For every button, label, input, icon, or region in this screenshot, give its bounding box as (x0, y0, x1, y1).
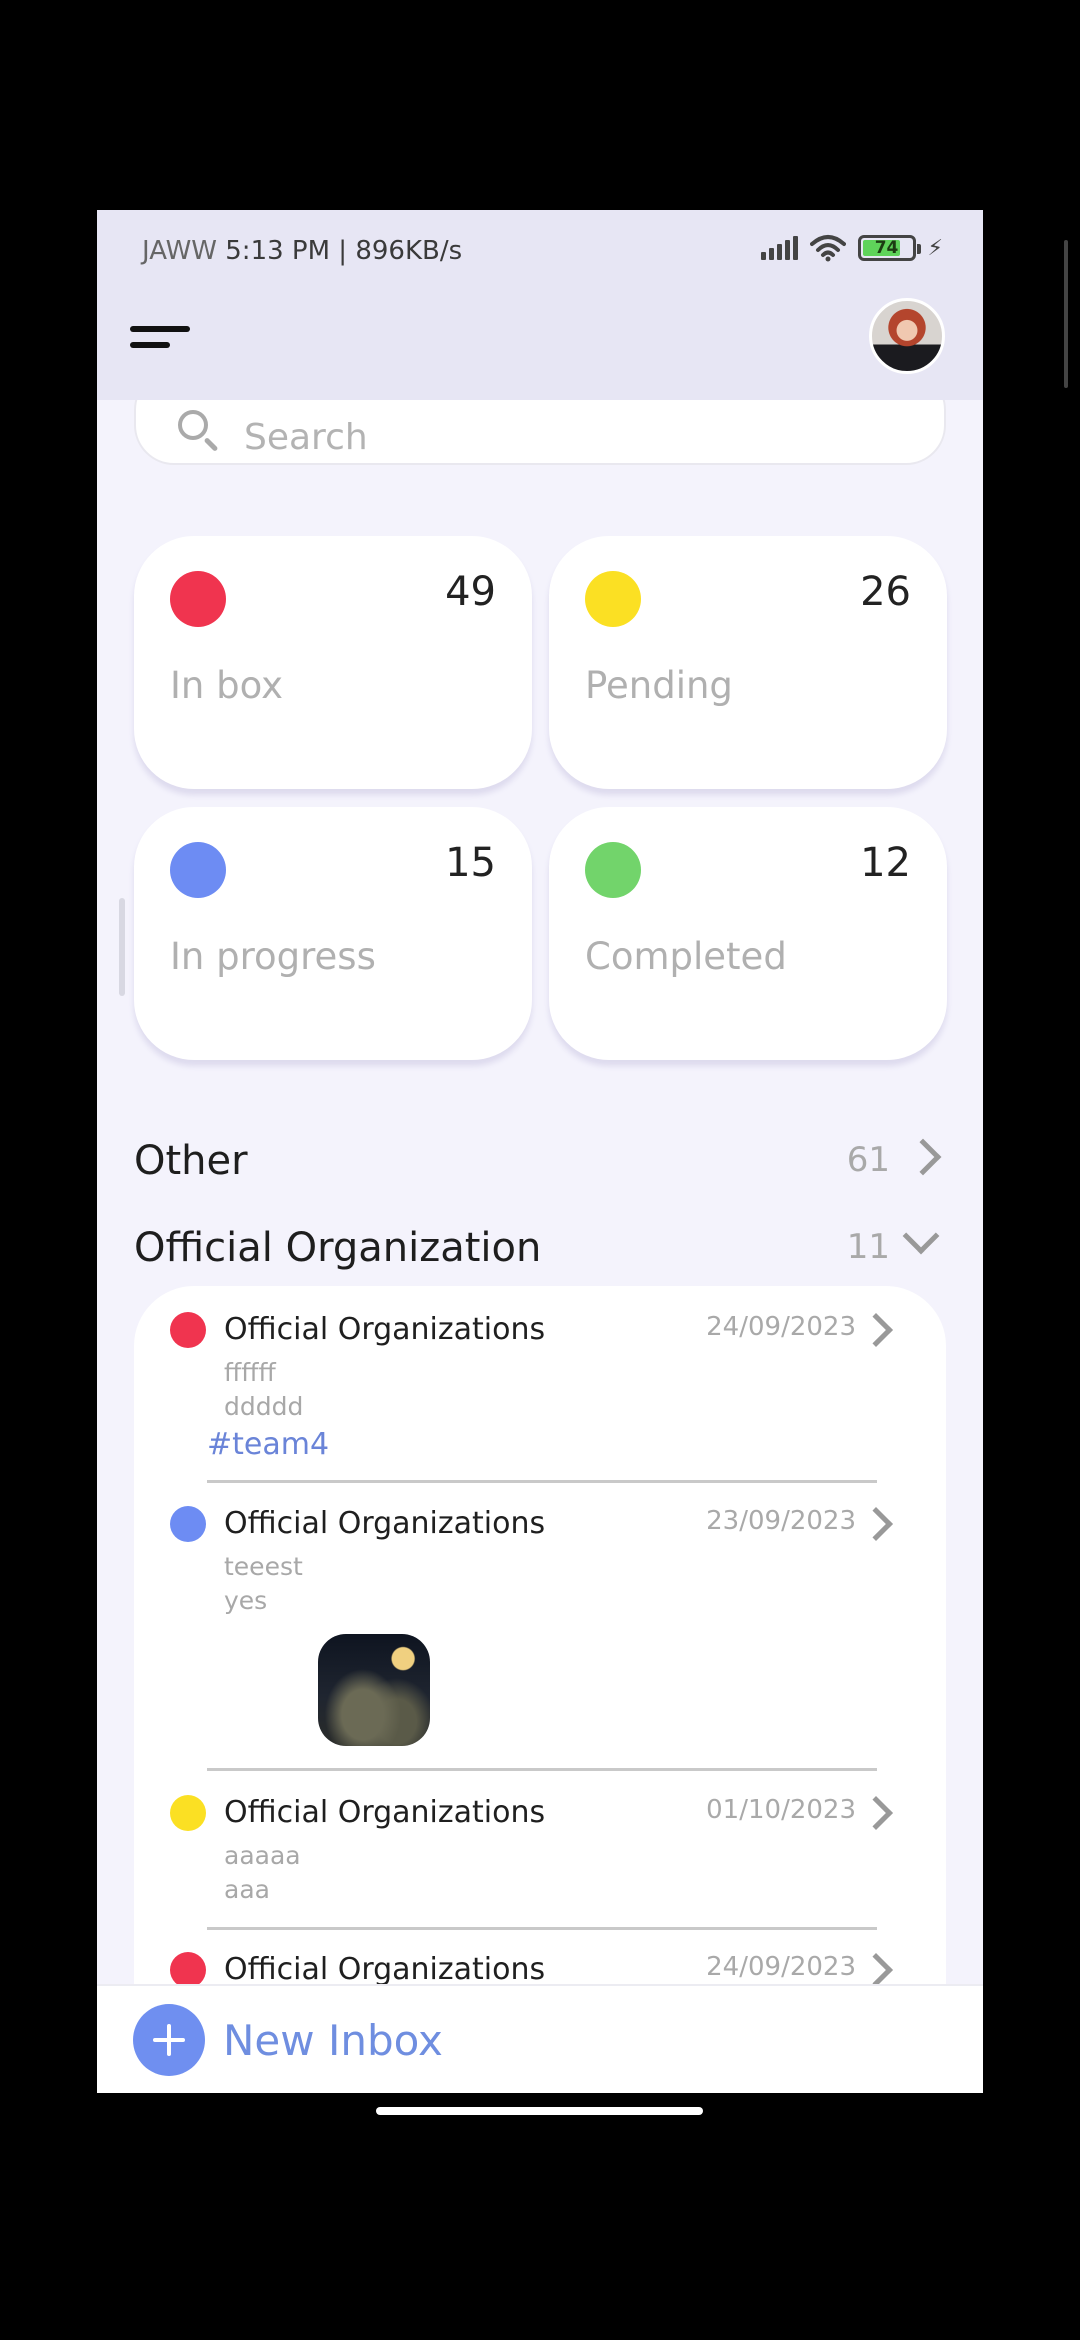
charging-bolt-icon: ⚡ (927, 235, 943, 261)
wifi-icon (809, 235, 846, 262)
stat-card-pending[interactable]: 26 Pending (549, 536, 947, 789)
item-title: Official Organizations (224, 1506, 546, 1541)
item-date: 24/09/2023 (706, 1952, 856, 1982)
inbox-list: Official Organizations 24/09/2023 ffffff… (134, 1286, 946, 2046)
item-title: Official Organizations (224, 1795, 546, 1830)
item-tag[interactable]: #team4 (207, 1427, 329, 1462)
chevron-right-icon (859, 1796, 893, 1830)
divider (207, 1927, 877, 1930)
stat-count: 15 (445, 840, 496, 886)
new-inbox-button[interactable]: New Inbox (97, 1984, 983, 2093)
status-bar: JAWW 5:13 PM | 896KB/s (142, 236, 462, 266)
stat-count: 12 (860, 840, 911, 886)
avatar[interactable] (869, 298, 945, 374)
item-line: aaa (224, 1875, 270, 1904)
scrollbar[interactable] (1064, 240, 1068, 388)
new-inbox-label: New Inbox (223, 2016, 443, 2065)
status-dot-yellow (170, 1795, 206, 1831)
section-count: 61 (846, 1140, 890, 1180)
item-title: Official Organizations (224, 1952, 546, 1987)
signal-icon (760, 236, 798, 260)
status-dot-blue (170, 842, 226, 898)
stat-card-completed[interactable]: 12 Completed (549, 807, 947, 1060)
status-dot-blue (170, 1506, 206, 1542)
chevron-right-icon (904, 1138, 942, 1176)
section-count: 11 (846, 1227, 890, 1267)
item-date: 24/09/2023 (706, 1312, 856, 1342)
status-dot-red (170, 1312, 206, 1348)
carrier-name: JAWW (142, 236, 217, 266)
menu-icon[interactable] (130, 323, 192, 353)
chevron-down-icon (902, 1217, 940, 1255)
item-line: teeest (224, 1552, 303, 1581)
stat-card-in-progress[interactable]: 15 In progress (134, 807, 532, 1060)
stat-label: In progress (170, 935, 376, 978)
edge-handle (119, 898, 125, 996)
stat-label: Pending (585, 664, 733, 707)
section-official-organization[interactable]: Official Organization 11 (134, 1217, 946, 1277)
divider (207, 1768, 877, 1771)
stat-count: 26 (860, 569, 911, 615)
status-icons: 74 ⚡ (760, 234, 943, 262)
section-other[interactable]: Other 61 (134, 1130, 946, 1190)
stat-count: 49 (445, 569, 496, 615)
search-icon (178, 410, 208, 440)
item-line: ddddd (224, 1392, 304, 1421)
stat-label: Completed (585, 935, 787, 978)
status-time-speed: 5:13 PM | 896KB/s (225, 236, 463, 266)
status-dot-red (170, 1952, 206, 1988)
stat-label: In box (170, 664, 284, 707)
chevron-right-icon (859, 1313, 893, 1347)
battery-icon: 74 (857, 235, 921, 261)
app-screen: JAWW 5:13 PM | 896KB/s 74 ⚡ Search 49 In… (97, 210, 983, 2093)
section-title: Other (134, 1138, 248, 1184)
item-line: ffffff (224, 1358, 276, 1387)
night-moon-clouds-thumbnail[interactable] (318, 1634, 430, 1746)
status-dot-red (170, 571, 226, 627)
home-indicator[interactable] (376, 2107, 703, 2115)
status-dot-yellow (585, 571, 641, 627)
top-bar: JAWW 5:13 PM | 896KB/s 74 ⚡ (97, 210, 983, 400)
item-date: 01/10/2023 (706, 1795, 856, 1825)
search-input[interactable] (244, 412, 844, 462)
status-dot-green (585, 842, 641, 898)
divider (207, 1480, 877, 1483)
item-date: 23/09/2023 (706, 1506, 856, 1536)
section-title: Official Organization (134, 1225, 542, 1271)
chevron-right-icon (859, 1507, 893, 1541)
chevron-right-icon (859, 1953, 893, 1987)
item-line: aaaaa (224, 1841, 301, 1870)
plus-icon[interactable] (133, 2004, 205, 2076)
battery-level: 74 (874, 238, 899, 258)
item-line: yes (224, 1586, 268, 1615)
stat-card-in-box[interactable]: 49 In box (134, 536, 532, 789)
item-title: Official Organizations (224, 1312, 546, 1347)
